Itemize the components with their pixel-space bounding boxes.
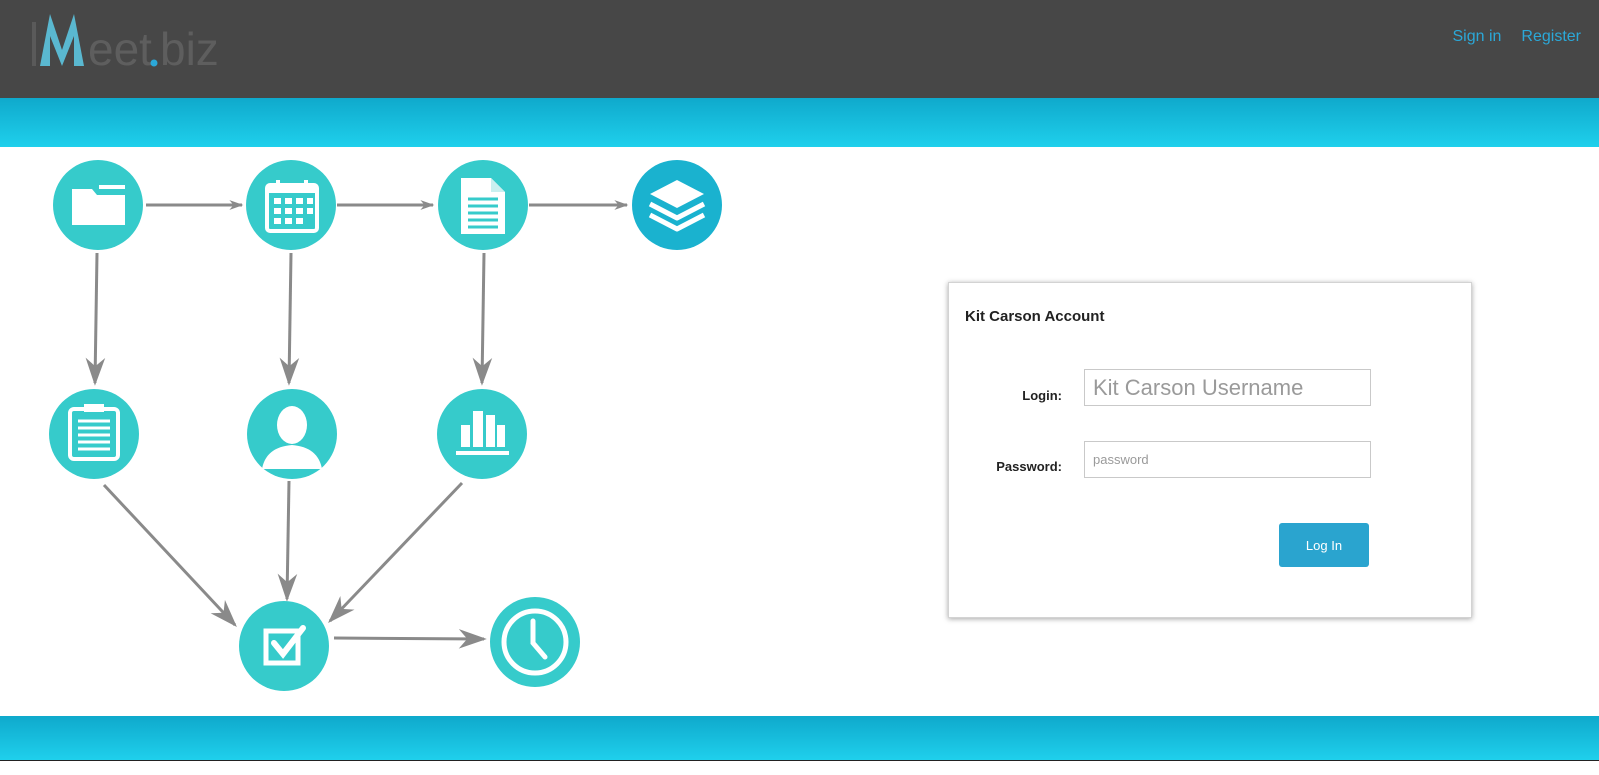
checkbox-icon [239,601,329,691]
clock-icon [490,597,580,687]
workflow-diagram [49,160,722,691]
user-icon [247,389,337,479]
footer-strip [0,760,1599,775]
login-label: Login: [1022,388,1062,403]
folder-icon [53,160,143,250]
signin-link[interactable]: Sign in [1453,28,1502,46]
password-label: Password: [996,459,1062,474]
top-accent-band [0,98,1599,147]
diagram-arrows [85,200,629,649]
svg-text:biz: biz [160,23,219,74]
bottom-accent-band [0,716,1599,760]
layers-icon [632,160,722,250]
username-input[interactable] [1084,369,1371,406]
document-icon [438,160,528,250]
login-button[interactable]: Log In [1279,523,1369,567]
imeet-logo[interactable]: eet biz [30,8,220,74]
top-nav: Sign in Register [1453,28,1582,46]
password-input[interactable] [1084,441,1371,478]
svg-text:eet: eet [88,23,152,74]
library-icon [437,389,527,479]
register-link[interactable]: Register [1521,28,1581,46]
panel-title: Kit Carson Account [965,308,1105,325]
calendar-icon [246,160,336,250]
top-bar: eet biz Sign in Register [0,0,1599,98]
login-panel: Kit Carson Account Login: Password: Log … [948,282,1472,618]
clipboard-icon [49,389,139,479]
